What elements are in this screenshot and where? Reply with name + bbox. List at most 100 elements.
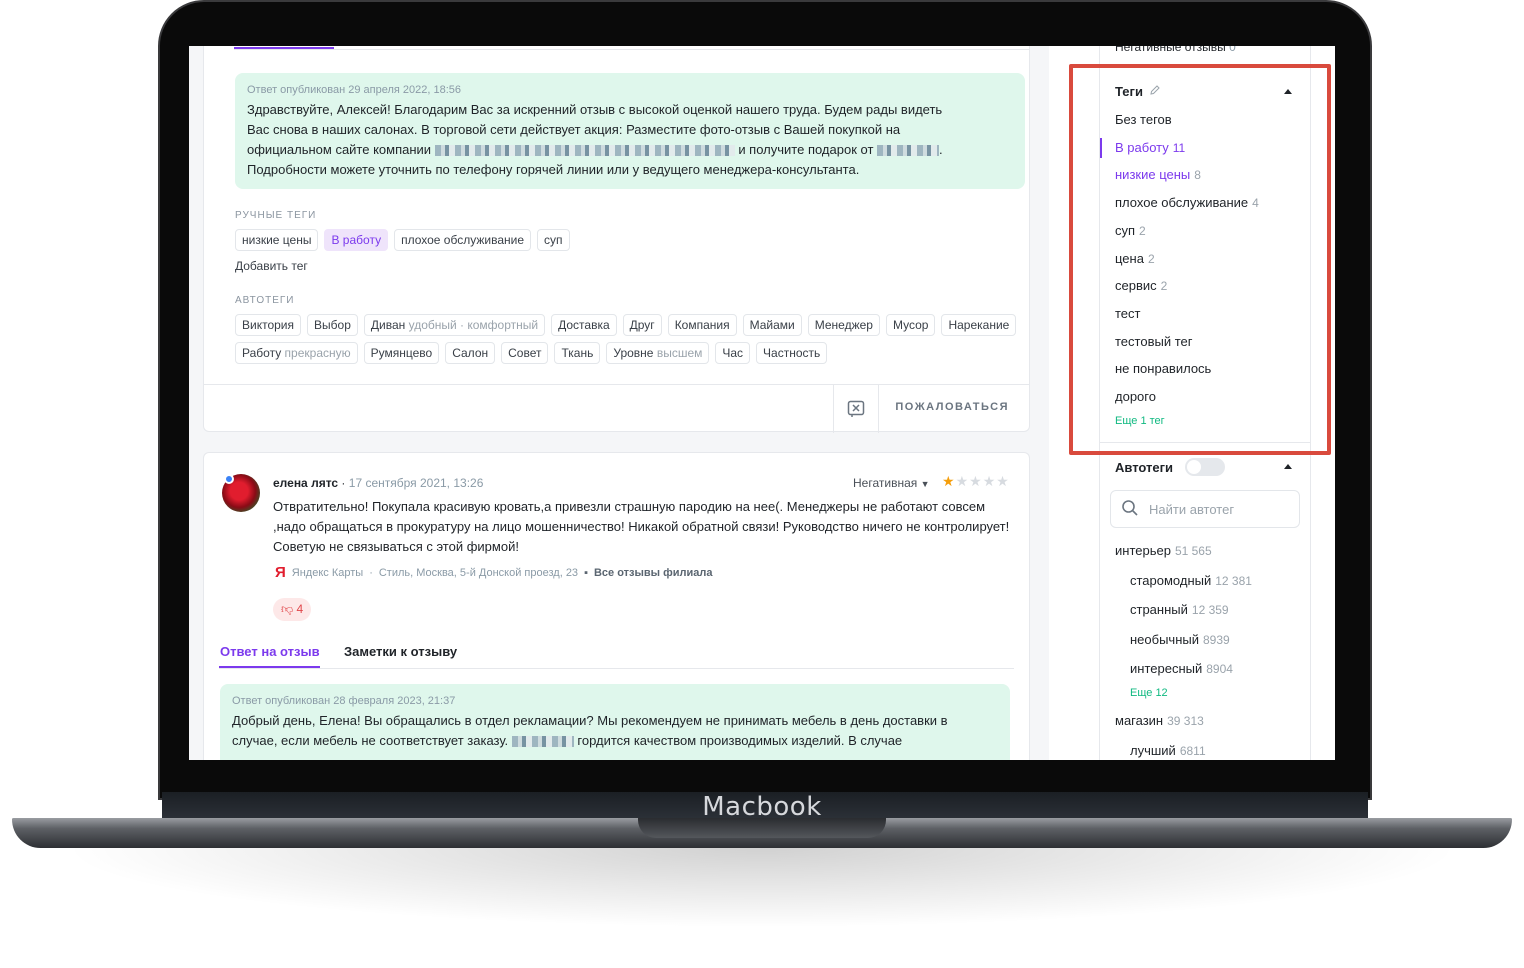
reply-line: официальном сайте компании и получите по… <box>247 142 943 157</box>
highlight-frame <box>1069 64 1331 455</box>
search-placeholder: Найти автотег <box>1149 501 1235 517</box>
autotag-chip[interactable]: Час <box>715 342 751 364</box>
reply-fragment: гордится качеством производимых изделий.… <box>577 733 903 748</box>
autotag-chip[interactable]: Диван удобный · комфортный <box>363 314 546 336</box>
tag-chip-active[interactable]: В работу <box>324 229 389 251</box>
yandex-logo-icon: Я <box>275 564 286 581</box>
status-dot <box>224 474 234 484</box>
tag-chip[interactable]: плохое обслуживание <box>394 229 531 251</box>
autotags-more-link[interactable]: Еще 12 <box>1130 687 1168 699</box>
redacted-text <box>511 736 574 748</box>
autotag-item[interactable]: интерьер 51 565 <box>1115 543 1212 558</box>
autotag-item[interactable]: лучший 6811 <box>1130 743 1206 758</box>
tag-chip[interactable]: низкие цены <box>235 229 319 251</box>
autotag-chip[interactable]: Работу прекрасную <box>235 342 358 364</box>
laptop-notch <box>638 818 886 838</box>
autotag-chip[interactable]: Компания <box>667 314 737 336</box>
sentiment-dropdown[interactable]: Негативная ▼ <box>853 476 930 490</box>
autotag-chip[interactable]: Мусор <box>885 314 936 336</box>
reply-line: Вас снова в наших салонах. В торговой се… <box>247 122 901 137</box>
tag-chip[interactable]: суп <box>537 229 570 251</box>
autotag-count: 8939 <box>1203 633 1230 647</box>
autotag-label: лучший <box>1130 743 1176 758</box>
add-tag-link[interactable]: Добавить тег <box>235 259 308 273</box>
review-source: Я Яндекс Карты · Стиль, Москва, 5-й Донск… <box>275 564 713 581</box>
tabs-divider <box>234 49 1029 50</box>
autotag-label: интересный <box>1130 661 1203 676</box>
autotags-title: Автотеги <box>1115 459 1174 475</box>
autotag-chip-label: Уровне <box>613 346 654 360</box>
autotag-chip-label: Выбор <box>314 318 351 332</box>
collapse-icon[interactable] <box>1284 464 1292 469</box>
autotag-item[interactable]: интересный 8904 <box>1130 661 1233 676</box>
autotags-toggle[interactable] <box>1185 458 1226 476</box>
autotag-chip[interactable]: Уровне высшем <box>606 342 710 364</box>
autotag-chip-label: Нарекание <box>948 318 1010 332</box>
search-icon <box>1121 499 1139 520</box>
star-icon: ★ <box>955 473 970 489</box>
autotag-chip[interactable]: Ткань <box>554 342 601 364</box>
tab-reply[interactable]: Ответ на отзыв <box>220 644 320 659</box>
review-author: елена лятс · 17 сентября 2021, 13:26 <box>273 476 484 490</box>
negative-filter[interactable]: Негативные отзывы 0 <box>1115 46 1236 54</box>
autotag-chip[interactable]: Частность <box>756 342 828 364</box>
author-name[interactable]: елена лятс <box>273 476 338 490</box>
autotag-label: интерьер <box>1115 543 1171 558</box>
tabs-divider <box>219 668 1014 669</box>
autotag-chip-label: Частность <box>763 346 821 360</box>
autotag-label: старомодный <box>1130 573 1212 588</box>
laptop-shadow <box>60 848 1464 928</box>
autotag-count: 12 359 <box>1191 603 1229 617</box>
autotag-chip-label: Ткань <box>561 346 594 360</box>
reply-text: Добрый день, Елена! Вы обращались в отде… <box>232 711 998 751</box>
autotag-chip[interactable]: Майами <box>742 314 802 336</box>
autotag-chip[interactable]: Доставка <box>551 314 617 336</box>
autotag-chip-synonyms: удобный · комфортный <box>408 318 539 332</box>
autotag-chip[interactable]: Совет <box>501 342 549 364</box>
autotag-item[interactable]: магазин 39 313 <box>1115 713 1204 728</box>
source-address: Стиль, Москва, 5-й Донской проезд, 23 <box>378 566 579 579</box>
autotag-chip-label: Совет <box>508 346 542 360</box>
tab-notes[interactable]: Заметки к отзыву <box>344 644 457 659</box>
autotag-search-input[interactable]: Найти автотег <box>1110 490 1300 528</box>
reply-line: случае, если мебель не соответствует зак… <box>232 731 998 751</box>
autotag-chip[interactable]: Менеджер <box>807 314 880 336</box>
reply-fragment: и получите подарок от <box>738 142 874 157</box>
reply-text: Здравствуйте, Алексей! Благодарим Вас за… <box>247 100 1013 180</box>
autotag-chip[interactable]: Нарекание <box>941 314 1017 336</box>
autotag-chip[interactable]: Салон <box>445 342 496 364</box>
autotag-chip-label: Менеджер <box>814 318 873 332</box>
macbook-mockup: Macbook Ответ опубликован 29 апреля 2022… <box>0 0 1524 968</box>
star-icon: ★ <box>996 473 1010 489</box>
autotag-item[interactable]: необычный 8939 <box>1130 632 1230 647</box>
autotag-chip[interactable]: Выбор <box>307 314 358 336</box>
review-date: 17 сентября 2021, 13:26 <box>348 476 484 490</box>
autotag-count: 51 565 <box>1174 544 1212 558</box>
reply-meta: Ответ опубликован 28 февраля 2023, 21:37 <box>232 695 456 707</box>
autotag-chip-label: Диван <box>370 318 406 332</box>
autotag-label: магазин <box>1115 713 1164 728</box>
card-footer: ПОЖАЛОВАТЬСЯ <box>204 384 1029 433</box>
autotag-item[interactable]: странный 12 359 <box>1130 602 1229 617</box>
dismiss-icon[interactable] <box>833 385 879 433</box>
autotag-chip[interactable]: Друг <box>622 314 662 336</box>
autotag-chip-label: Работу <box>242 346 282 360</box>
thumbs-down-icon: 👎︎ <box>281 602 294 616</box>
dislike-button[interactable]: 👎︎ 4 <box>273 598 312 621</box>
redacted-text <box>877 145 940 157</box>
autotag-chip[interactable]: Румянцево <box>363 342 440 364</box>
review-text: Отвратительно! Покупала красивую кровать… <box>273 499 1010 554</box>
reviews-feed: Ответ опубликован 29 апреля 2022, 18:56 … <box>189 46 1049 760</box>
autotag-item[interactable]: старомодный 12 381 <box>1130 573 1252 588</box>
star-icon: ★ <box>969 473 983 489</box>
autotag-chip-label: Мусор <box>892 318 929 332</box>
all-reviews-link[interactable]: Все отзывы филиала <box>594 567 713 579</box>
autotag-count: 6811 <box>1179 744 1206 758</box>
autotag-chip[interactable]: Виктория <box>235 314 302 336</box>
star-icon: ★ <box>982 473 997 489</box>
autotags-section-title: Автотеги <box>1115 458 1226 476</box>
review-card: Ответ опубликован 29 апреля 2022, 18:56 … <box>203 46 1030 433</box>
autotag-count: 8904 <box>1206 662 1233 676</box>
autotag-chip-synonyms: высшем <box>656 346 703 360</box>
complain-button[interactable]: ПОЖАЛОВАТЬСЯ <box>895 401 1009 413</box>
